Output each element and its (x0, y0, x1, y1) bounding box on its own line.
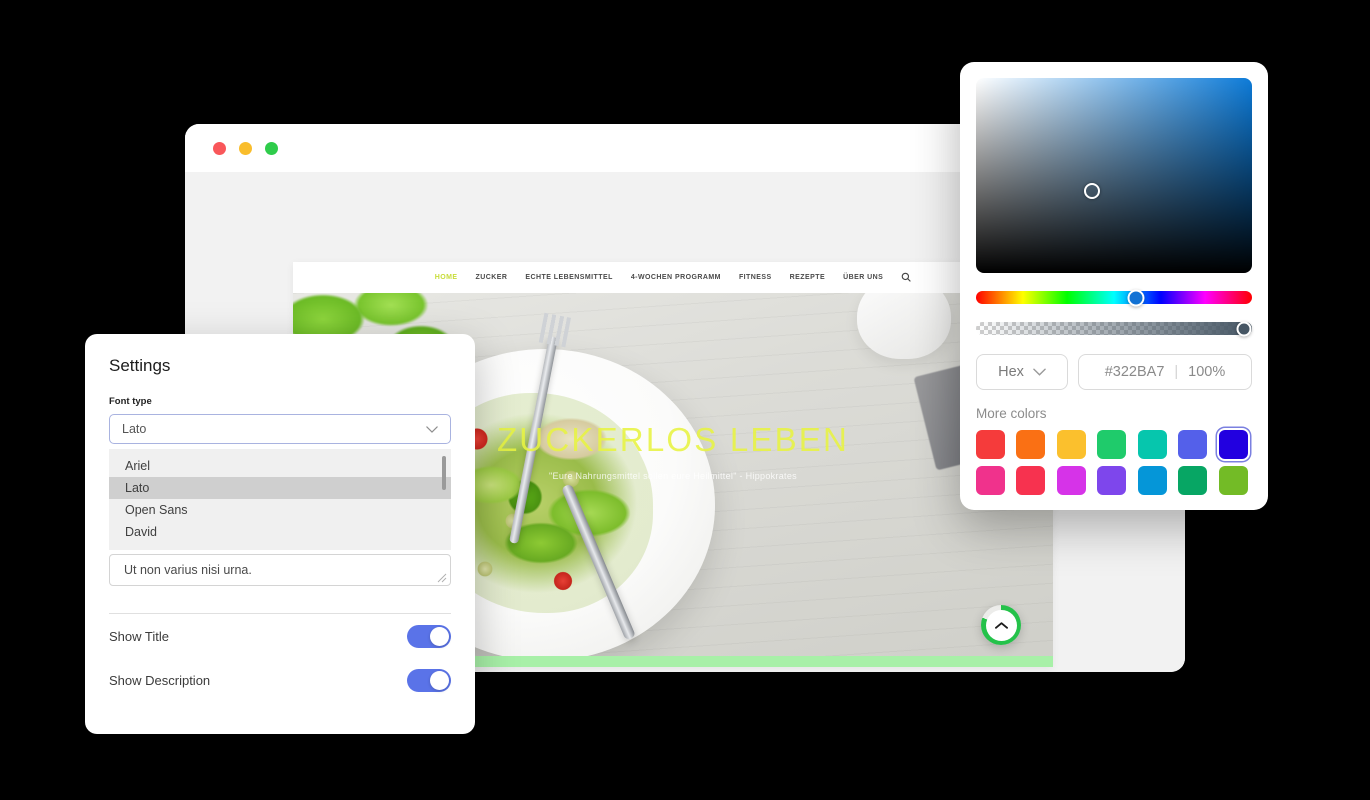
saturation-value-area[interactable] (976, 78, 1252, 273)
show-description-toggle[interactable] (407, 668, 451, 692)
hue-slider[interactable] (976, 289, 1252, 306)
resize-grip-icon[interactable] (437, 573, 447, 583)
color-format-select[interactable]: Hex (976, 354, 1068, 390)
color-swatch[interactable] (1056, 430, 1086, 459)
scroll-to-top-button[interactable] (981, 605, 1021, 645)
swatch-cell-5[interactable] (1137, 430, 1171, 459)
nav-item-echte-lebensmittel[interactable]: ECHTE LEBENSMITTEL (525, 274, 612, 281)
color-swatch[interactable] (1097, 430, 1127, 459)
chevron-down-icon (426, 425, 438, 433)
color-swatch[interactable] (1218, 466, 1248, 495)
swatch-cell-3[interactable] (1056, 430, 1090, 459)
saturation-value-cursor[interactable] (1083, 183, 1100, 200)
show-description-toggle-knob (430, 670, 449, 690)
hue-slider-handle[interactable] (1127, 289, 1145, 306)
description-textarea[interactable]: Ut non varius nisi urna. (109, 554, 451, 586)
swatch-cell-13[interactable] (1178, 466, 1211, 495)
color-swatch[interactable] (976, 466, 1005, 495)
color-swatch[interactable] (1016, 466, 1046, 495)
show-title-toggle-knob (430, 626, 449, 646)
dropdown-option-open-sans[interactable]: Open Sans (109, 499, 451, 521)
dropdown-option-ariel[interactable]: Ariel (109, 455, 451, 477)
traffic-light-maximize-icon[interactable] (265, 141, 278, 155)
show-title-toggle[interactable] (407, 624, 451, 648)
opacity-value: 100% (1188, 364, 1226, 380)
alpha-slider-handle[interactable] (1236, 321, 1252, 336)
color-swatch[interactable] (1178, 466, 1208, 495)
color-swatch-grid (976, 430, 1252, 495)
screen-root: HOME ZUCKER ECHTE LEBENSMITTEL 4-WOCHEN … (0, 0, 1370, 800)
swatch-cell-9[interactable] (1016, 466, 1049, 495)
font-type-label: Font type (109, 396, 152, 407)
color-swatch[interactable] (1137, 430, 1167, 459)
hex-value-input[interactable]: #322BA7 | 100% (1078, 354, 1252, 390)
show-title-row: Show Title (109, 614, 451, 658)
font-type-dropdown-list: Ariel Lato Open Sans David (109, 449, 451, 550)
traffic-light-close-icon[interactable] (213, 141, 226, 155)
traffic-light-minimize-icon[interactable] (239, 141, 252, 155)
show-description-row: Show Description (109, 658, 451, 702)
swatch-cell-7[interactable] (1218, 430, 1252, 459)
search-icon[interactable] (901, 272, 912, 284)
swatch-cell-2[interactable] (1016, 430, 1049, 459)
dropdown-scrollbar[interactable] (442, 456, 446, 490)
alpha-slider[interactable] (976, 321, 1252, 336)
nav-item-home[interactable]: HOME (435, 274, 458, 281)
color-swatch[interactable] (1056, 466, 1086, 495)
more-colors-label: More colors (976, 406, 1047, 421)
site-navbar: HOME ZUCKER ECHTE LEBENSMITTEL 4-WOCHEN … (293, 262, 1053, 293)
scroll-to-top-inner (985, 609, 1017, 641)
color-picker-panel: Hex #322BA7 | 100% More colors (960, 62, 1268, 510)
dropdown-option-david[interactable]: David (109, 521, 451, 543)
swatch-cell-11[interactable] (1097, 466, 1130, 495)
color-swatch[interactable] (1097, 466, 1127, 495)
settings-title: Settings (109, 356, 171, 375)
chevron-up-icon (994, 621, 1008, 629)
swatch-cell-1[interactable] (976, 430, 1009, 459)
swatch-cell-12[interactable] (1137, 466, 1171, 495)
font-type-selected-value: Lato (122, 422, 147, 436)
settings-panel: Settings Font type Lato Ariel Lato Open … (85, 334, 475, 734)
color-inputs-row: Hex #322BA7 | 100% (976, 354, 1252, 390)
nav-item-fitness[interactable]: FITNESS (739, 274, 772, 281)
swatch-cell-8[interactable] (976, 466, 1009, 495)
swatch-cell-4[interactable] (1097, 430, 1130, 459)
swatch-cell-6[interactable] (1178, 430, 1211, 459)
color-format-label: Hex (998, 364, 1024, 380)
dropdown-option-lato[interactable]: Lato (109, 477, 451, 499)
color-swatch[interactable] (1218, 430, 1248, 459)
show-title-label: Show Title (109, 628, 169, 644)
nav-item-rezepte[interactable]: REZEPTE (790, 274, 825, 281)
color-swatch[interactable] (1016, 430, 1046, 459)
description-textarea-value: Ut non varius nisi urna. (124, 563, 252, 577)
hex-separator: | (1174, 364, 1179, 380)
font-type-select[interactable]: Lato (109, 414, 451, 444)
nav-item-4-wochen-programm[interactable]: 4-WOCHEN PROGRAMM (631, 274, 721, 281)
color-swatch[interactable] (976, 430, 1005, 459)
color-swatch[interactable] (1178, 430, 1208, 459)
swatch-cell-14[interactable] (1218, 466, 1252, 495)
nav-item-ueber-uns[interactable]: ÜBER UNS (843, 274, 883, 281)
show-description-label: Show Description (109, 672, 211, 688)
chevron-down-icon (1033, 368, 1046, 376)
swatch-cell-10[interactable] (1056, 466, 1090, 495)
hex-code-value: #322BA7 (1104, 364, 1165, 380)
color-swatch[interactable] (1137, 466, 1167, 495)
nav-item-zucker[interactable]: ZUCKER (476, 274, 508, 281)
